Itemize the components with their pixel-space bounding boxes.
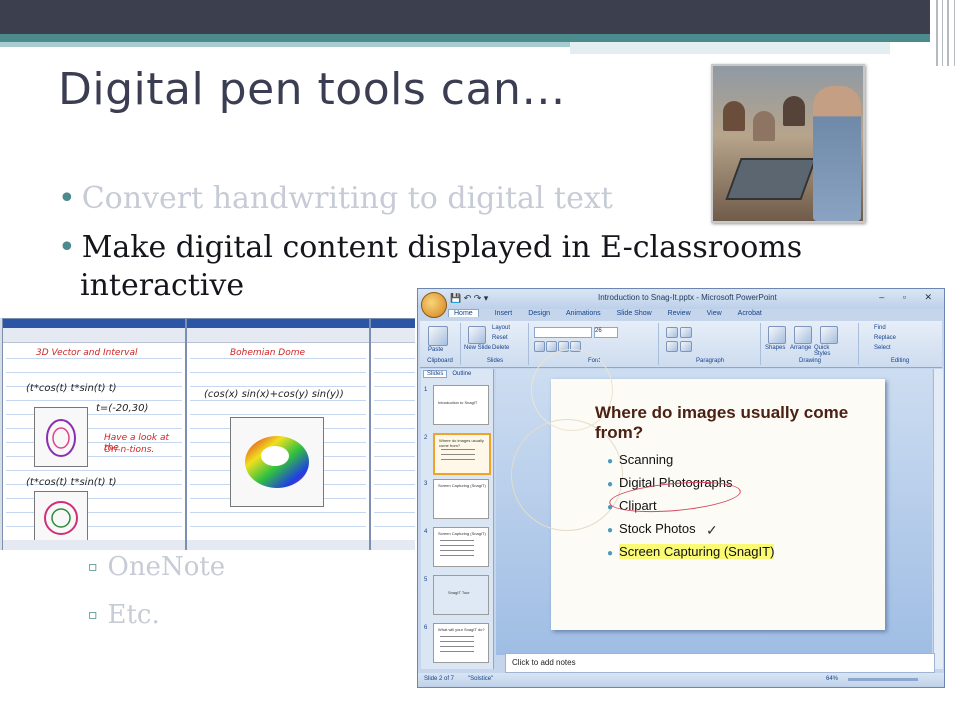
zoom-slider[interactable] (848, 678, 918, 681)
group-clipboard: Paste Clipboard (420, 323, 461, 365)
replace-button[interactable]: Replace (874, 335, 896, 341)
square-bullet-icon: ▫ (88, 607, 98, 623)
ribbon-tabs: Home Insert Design Animations Slide Show Revi… (448, 309, 778, 321)
arrange-icon[interactable] (794, 326, 812, 344)
group-drawing: Shapes Arrange Quick Styles Drawing (762, 323, 859, 365)
slide-thumbnail[interactable]: What will your SnagIT do? (433, 623, 489, 663)
tab-insert[interactable]: Insert (495, 310, 513, 317)
handwriting-screenshots: 3D Vector and Interval (t*cos(t) t*sin(t… (0, 318, 415, 550)
current-slide-title: Where do images usually come from? (595, 403, 849, 442)
window-controls[interactable]: – ▫ ✕ (879, 292, 940, 303)
list-item: ● Scanning (607, 452, 674, 467)
teacher-image (813, 86, 861, 221)
align-left-icon[interactable] (666, 341, 678, 352)
tab-acrobat[interactable]: Acrobat (738, 310, 762, 317)
italic-icon[interactable] (546, 341, 557, 352)
vertical-scrollbar[interactable] (933, 369, 943, 669)
slide-thumbnail[interactable]: SnagIT Tour (433, 575, 489, 615)
bullet-dot-icon: • (58, 181, 76, 216)
slide-thumbnail[interactable]: Screen Capturing (SnagIT) (433, 527, 489, 567)
header-band-light (0, 42, 570, 47)
quick-access-toolbar[interactable]: 💾 ↶ ↷ ▾ (450, 293, 488, 304)
reset-button[interactable]: Reset (492, 335, 508, 341)
shapes-icon[interactable] (768, 326, 786, 344)
align-center-icon[interactable] (680, 341, 692, 352)
tab-view[interactable]: View (707, 310, 722, 317)
3d-plot-spiral (34, 407, 88, 467)
math-window-3 (370, 318, 415, 550)
3d-plot-dome (230, 417, 324, 507)
quick-styles-icon[interactable] (820, 326, 838, 344)
ribbon: Paste Clipboard New Slide Layout Reset D… (420, 321, 942, 368)
classroom-photo (711, 64, 865, 223)
paste-button[interactable]: Paste (428, 347, 443, 353)
select-button[interactable]: Select (874, 345, 891, 351)
theme-name: "Solstice" (468, 676, 494, 682)
tab-outline-pane[interactable]: Outline (449, 371, 474, 377)
new-slide-icon[interactable] (468, 326, 486, 344)
group-paragraph: Paragraph (660, 323, 761, 365)
numbering-icon[interactable] (680, 327, 692, 338)
tab-design[interactable]: Design (528, 310, 550, 317)
sub-bullet-onenote: ▫ OneNote (88, 552, 226, 582)
group-slides: New Slide Layout Reset Delete Slides (462, 323, 529, 365)
current-slide[interactable]: Where do images usually come from? ● Scan… (511, 349, 885, 630)
tab-slides-pane[interactable]: Slides (423, 370, 448, 378)
slide-thumbnail[interactable]: Introduction to SnagIT (433, 385, 489, 425)
bullet-convert-handwriting: • Convert handwriting to digital text (58, 181, 613, 216)
header-band-pale (570, 42, 890, 54)
slides-pane: Slides Outline 1 Introduction to SnagIT 2… (421, 369, 494, 669)
font-name-combo[interactable] (534, 327, 592, 338)
zoom-level: 64% (826, 676, 839, 682)
notes-pane[interactable]: Click to add notes (505, 653, 935, 673)
slide-title: Digital pen tools can… (58, 64, 566, 115)
shapes-button[interactable]: Shapes (765, 345, 785, 351)
quick-styles-button[interactable]: Quick Styles (814, 345, 844, 357)
tab-home[interactable]: Home (448, 309, 479, 317)
3d-plot-coil (34, 491, 88, 543)
group-editing: Find Replace Select Editing (874, 325, 910, 364)
bullets-icon[interactable] (666, 327, 678, 338)
list-item-highlighted: ● Screen Capturing (SnagIT) (607, 544, 775, 559)
decorative-lines (930, 0, 960, 70)
font-size-combo[interactable]: 26 (594, 327, 618, 338)
math-window-1: 3D Vector and Interval (t*cos(t) t*sin(t… (2, 318, 186, 550)
arrange-button[interactable]: Arrange (790, 345, 811, 351)
slide-thumbnail[interactable]: Screen Capturing (SnagIT) (433, 479, 489, 519)
ppt-title-bar: Introduction to Snag-It.pptx - Microsoft… (418, 289, 944, 309)
list-item: ● Stock Photos (607, 521, 696, 536)
tab-animations[interactable]: Animations (566, 310, 601, 317)
new-slide-button[interactable]: New Slide (464, 345, 491, 351)
powerpoint-window: Introduction to Snag-It.pptx - Microsoft… (417, 288, 945, 688)
sub-bullet-etc: ▫ Etc. (88, 600, 160, 630)
slide-count: Slide 2 of 7 (424, 676, 455, 682)
slide-thumbnail-selected[interactable]: Where do images usually come from? (433, 433, 491, 475)
delete-button[interactable]: Delete (492, 345, 509, 351)
header-band-teal (0, 34, 930, 42)
tab-review[interactable]: Review (668, 310, 691, 317)
status-bar: Slide 2 of 7 "Solstice" 64% (418, 673, 944, 687)
paste-icon[interactable] (428, 326, 448, 346)
tab-slide-show[interactable]: Slide Show (617, 310, 652, 317)
math-window-2: Bohemian Dome (cos(x) sin(x)+cos(y) sin(… (186, 318, 370, 550)
ink-check-mark-icon: ✓ (706, 522, 718, 538)
bold-icon[interactable] (534, 341, 545, 352)
header-band-dark (0, 0, 930, 34)
pen-tablet-image (725, 158, 817, 200)
layout-button[interactable]: Layout (492, 325, 510, 331)
square-bullet-icon: ▫ (88, 559, 98, 575)
bullet-dot-icon: • (58, 230, 76, 265)
office-button-icon[interactable] (421, 292, 447, 318)
find-button[interactable]: Find (874, 325, 886, 331)
